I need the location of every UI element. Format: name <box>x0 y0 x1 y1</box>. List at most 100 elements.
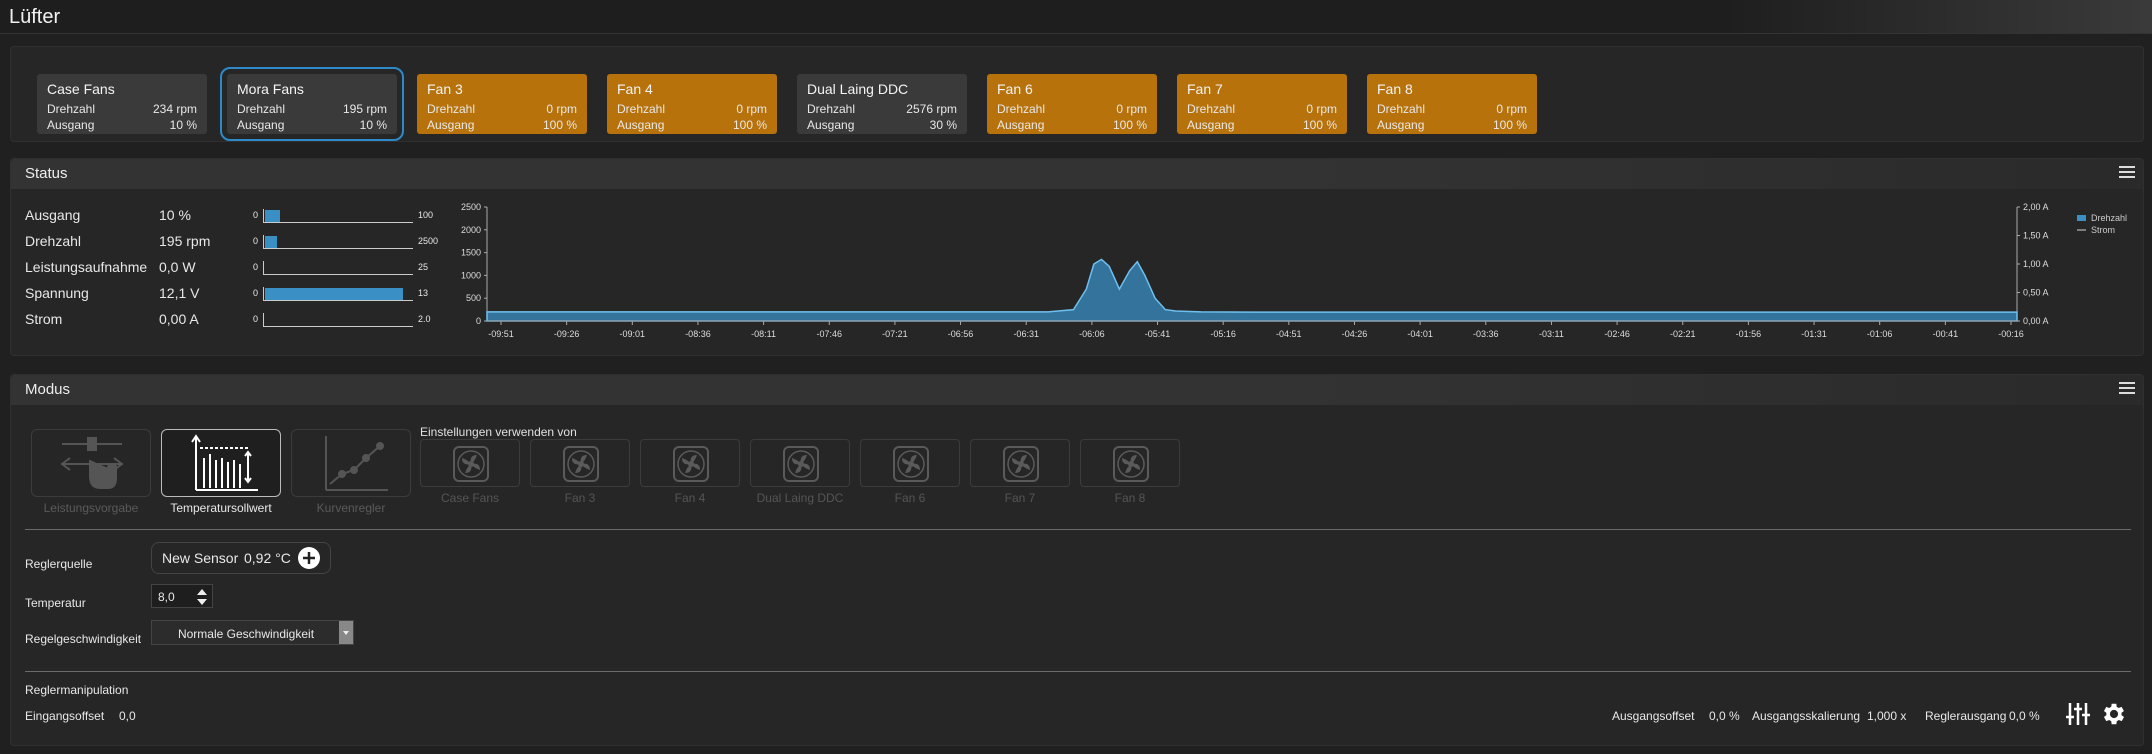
output-label: Ausgang <box>237 118 285 132</box>
y-tick-label-left: 2000 <box>461 225 481 235</box>
status-row: Drehzahl 195 rpm 0 2500 <box>25 233 445 253</box>
x-tick-label: -09:26 <box>554 329 580 339</box>
settings-source-fan-button[interactable] <box>970 439 1070 487</box>
status-panel: Status Ausgang 10 % 0 100 Drehzahl 195 rp… <box>10 158 2144 356</box>
fan-icon <box>1003 446 1039 482</box>
fan-card[interactable]: Mora Fans Drehzahl 195 rpm Ausgang 10 % <box>220 67 404 141</box>
x-tick-label: -00:41 <box>1933 329 1959 339</box>
bar-min: 0 <box>253 236 259 246</box>
x-tick-label: -08:36 <box>685 329 711 339</box>
settings-source-fan-label: Fan 3 <box>564 491 596 505</box>
speed-label: Drehzahl <box>807 102 856 116</box>
output-value: 30 % <box>929 118 957 132</box>
fan-card[interactable]: Fan 7 Drehzahl 0 rpm Ausgang 100 % <box>1177 74 1347 134</box>
series-drehzahl-area <box>486 258 2018 322</box>
y-tick-label-right: 1,00 A <box>2023 259 2049 269</box>
legend-label-drehzahl: Drehzahl <box>2091 213 2127 223</box>
mode-button-kurvenregler[interactable] <box>291 429 411 497</box>
divider <box>25 529 2131 530</box>
output-label: Ausgang <box>47 118 95 132</box>
settings-source-fan-button[interactable] <box>530 439 630 487</box>
x-tick-label: -06:56 <box>948 329 974 339</box>
hamburger-menu-icon[interactable] <box>2119 166 2135 180</box>
status-header: Status <box>11 159 2143 189</box>
mode-label: Leistungsvorgabe <box>43 501 139 515</box>
status-chart: 2500 2000 1500 1000 500 0 2,00 A 1,50 A 1,00 A 0,… <box>461 202 2127 339</box>
status-bar-fill <box>265 288 403 300</box>
status-bar <box>263 287 413 301</box>
y-tick-label-left: 0 <box>476 316 481 326</box>
fan-card-name: Fan 8 <box>1377 81 1413 97</box>
settings-source-fan-button[interactable] <box>420 439 520 487</box>
gear-icon[interactable] <box>2100 700 2128 728</box>
speed-value: 195 rpm <box>342 102 387 116</box>
settings-source-fan-label: Dual Laing DDC <box>756 491 844 505</box>
settings-source-fan-button[interactable] <box>1080 439 1180 487</box>
hamburger-menu-icon[interactable] <box>2119 382 2135 396</box>
reglerquelle-selector[interactable]: New Sensor 0,92 °C <box>151 542 331 574</box>
output-label: Ausgang <box>1377 118 1425 132</box>
settings-source-fan-label: Fan 6 <box>894 491 926 505</box>
fan-card[interactable]: Dual Laing DDC Drehzahl 2576 rpm Ausgang 3… <box>797 74 967 134</box>
speed-label: Drehzahl <box>617 102 666 116</box>
fan-card-name: Case Fans <box>47 81 115 97</box>
modus-header: Modus <box>11 375 2143 405</box>
x-tick-label: -09:01 <box>620 329 646 339</box>
x-tick-label: -01:56 <box>1736 329 1762 339</box>
regelgeschwindigkeit-select[interactable]: Normale Geschwindigkeit <box>151 620 354 645</box>
x-tick-label: -07:46 <box>816 329 842 339</box>
bar-max: 13 <box>418 288 429 298</box>
slider-hand-icon <box>60 437 124 489</box>
output-label: Ausgang <box>617 118 665 132</box>
chevron-down-icon[interactable] <box>339 621 353 644</box>
regelgeschwindigkeit-label: Regelgeschwindigkeit <box>25 632 142 646</box>
fan-card[interactable]: Fan 6 Drehzahl 0 rpm Ausgang 100 % <box>987 74 1157 134</box>
x-tick-label: -03:11 <box>1539 329 1564 339</box>
mode-button-temperatursollwert[interactable] <box>161 429 281 497</box>
settings-source-fan-button[interactable] <box>750 439 850 487</box>
fan-card[interactable]: Case Fans Drehzahl 234 rpm Ausgang 10 % <box>37 74 207 134</box>
status-bar-fill <box>265 210 280 222</box>
sliders-icon[interactable] <box>2065 701 2091 727</box>
y-tick-label-left: 2500 <box>461 202 481 212</box>
fan-card[interactable]: Fan 8 Drehzahl 0 rpm Ausgang 100 % <box>1367 74 1537 134</box>
speed-label: Drehzahl <box>997 102 1046 116</box>
y-tick-label-right: 0,50 A <box>2023 288 2049 298</box>
x-tick-label: -04:01 <box>1407 329 1433 339</box>
fan-card[interactable]: Fan 4 Drehzahl 0 rpm Ausgang 100 % <box>607 74 777 134</box>
output-value: 10 % <box>169 118 197 132</box>
fan-card-name: Fan 3 <box>427 81 463 97</box>
settings-source-fan-button[interactable] <box>640 439 740 487</box>
speed-value: 0 rpm <box>736 102 767 116</box>
legend-swatch-drehzahl <box>2077 215 2086 221</box>
eingangsoffset-label: Eingangsoffset <box>25 709 105 723</box>
temperatur-stepper[interactable]: 8,0 <box>151 584 213 608</box>
stepper-arrows-icon[interactable] <box>195 587 209 607</box>
temperatur-value: 8,0 <box>158 590 175 604</box>
speed-value: 0 rpm <box>1306 102 1337 116</box>
settings-source-fan-button[interactable] <box>860 439 960 487</box>
add-circle-icon[interactable] <box>298 547 320 569</box>
x-tick-label: -05:16 <box>1210 329 1236 339</box>
settings-from-label: Einstellungen verwenden von <box>420 425 577 439</box>
divider <box>25 671 2131 672</box>
status-label: Ausgang <box>25 207 81 223</box>
x-tick-label: -09:51 <box>488 329 514 339</box>
fan-icon <box>673 446 709 482</box>
output-label: Ausgang <box>807 118 855 132</box>
fan-card-name: Fan 6 <box>997 81 1033 97</box>
output-value: 100 % <box>732 118 767 132</box>
mode-button-leistungsvorgabe[interactable] <box>31 429 151 497</box>
output-label: Ausgang <box>997 118 1045 132</box>
sensor-value: 0,92 °C <box>244 550 291 566</box>
x-tick-label: -01:06 <box>1867 329 1893 339</box>
bar-min: 0 <box>253 314 259 324</box>
curve-graph-icon <box>325 436 388 491</box>
eingangsoffset-value: 0,0 <box>119 709 136 723</box>
reglermanipulation-label: Reglermanipulation <box>25 683 129 697</box>
fan-card[interactable]: Fan 3 Drehzahl 0 rpm Ausgang 100 % <box>417 74 587 134</box>
temperatur-label: Temperatur <box>25 596 86 610</box>
output-label: Ausgang <box>427 118 475 132</box>
settings-source-fan-label: Fan 8 <box>1114 491 1146 505</box>
output-value: 10 % <box>359 118 387 132</box>
